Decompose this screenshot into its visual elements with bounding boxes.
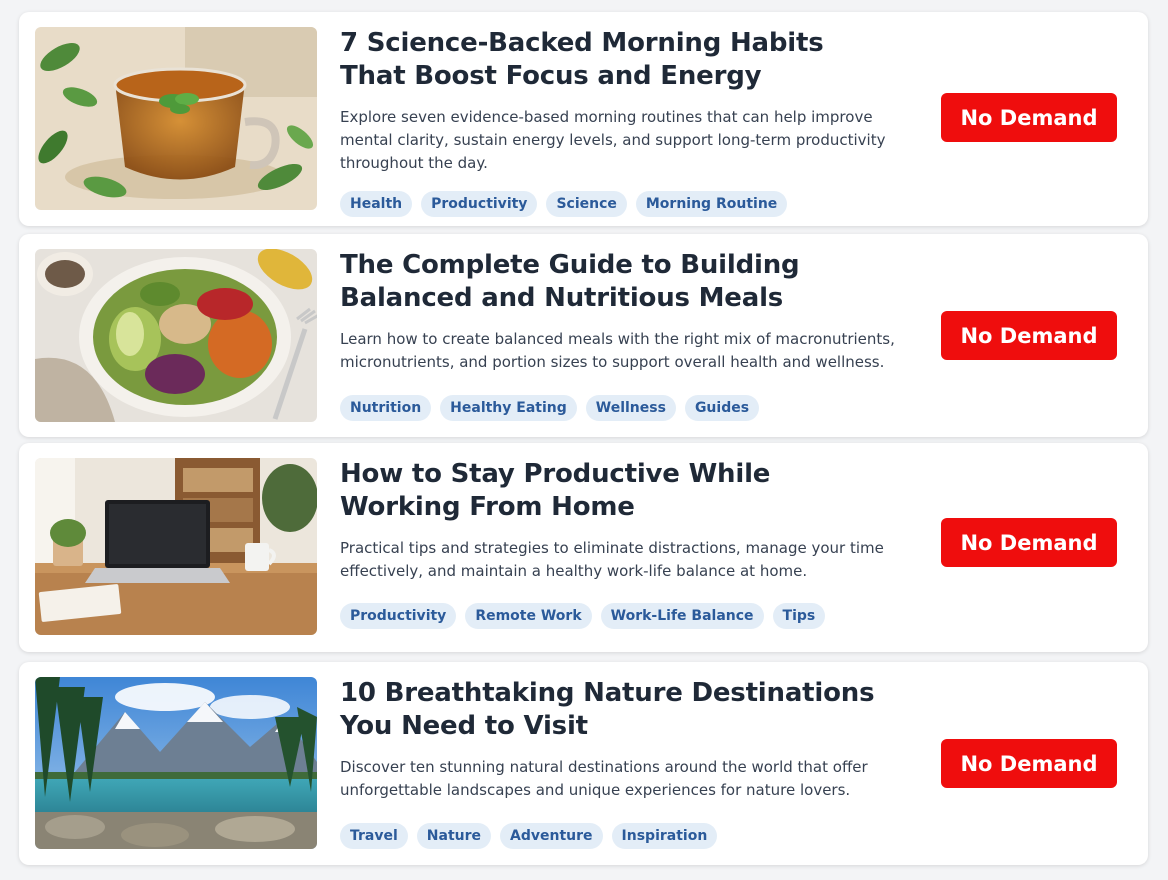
tag-list: Health Productivity Science Morning Rout… xyxy=(340,191,788,217)
article-description: Practical tips and strategies to elimina… xyxy=(340,539,884,580)
article-title[interactable]: How to Stay Productive While Working Fro… xyxy=(340,458,898,524)
tag[interactable]: Nature xyxy=(416,823,492,849)
article-title[interactable]: The Complete Guide to Building Balanced … xyxy=(340,249,898,315)
no-demand-button[interactable]: No Demand xyxy=(941,93,1117,142)
title-line: 10 Breathtaking Nature Destinations xyxy=(340,678,875,708)
tag[interactable]: Morning Routine xyxy=(635,191,788,217)
no-demand-button[interactable]: No Demand xyxy=(941,739,1117,788)
article-card[interactable]: The Complete Guide to Building Balanced … xyxy=(19,234,1148,437)
article-thumbnail xyxy=(35,458,317,635)
tag[interactable]: Work-Life Balance xyxy=(600,603,764,629)
article-card[interactable]: How to Stay Productive While Working Fro… xyxy=(19,443,1148,652)
article-description: Explore seven evidence-based morning rou… xyxy=(340,108,886,172)
title-line: Balanced and Nutritious Meals xyxy=(340,283,784,313)
title-line: You Need to Visit xyxy=(340,711,588,741)
article-thumbnail xyxy=(35,677,317,849)
tag[interactable]: Health xyxy=(340,191,413,217)
mountain-lake-image xyxy=(35,677,317,849)
article-title[interactable]: 10 Breathtaking Nature Destinations You … xyxy=(340,677,898,743)
title-line: Working From Home xyxy=(340,492,635,522)
tag[interactable]: Remote Work xyxy=(465,603,592,629)
title-line: How to Stay Productive While xyxy=(340,459,771,489)
article-thumbnail xyxy=(35,27,317,210)
tag[interactable]: Productivity xyxy=(421,191,538,217)
tag[interactable]: Tips xyxy=(772,603,826,629)
tag[interactable]: Adventure xyxy=(500,823,603,849)
tag[interactable]: Nutrition xyxy=(340,395,432,421)
tag[interactable]: Productivity xyxy=(340,603,457,629)
tag[interactable]: Travel xyxy=(340,823,408,849)
no-demand-button[interactable]: No Demand xyxy=(941,518,1117,567)
tag[interactable]: Healthy Eating xyxy=(440,395,577,421)
title-line: The Complete Guide to Building xyxy=(340,250,800,280)
tag[interactable]: Guides xyxy=(684,395,760,421)
tag[interactable]: Wellness xyxy=(585,395,676,421)
title-line: That Boost Focus and Energy xyxy=(340,61,762,91)
article-title[interactable]: 7 Science-Backed Morning Habits That Boo… xyxy=(340,27,898,93)
laptop-desk-image xyxy=(35,458,317,635)
tag-list: Travel Nature Adventure Inspiration xyxy=(340,823,718,849)
tag[interactable]: Science xyxy=(546,191,627,217)
title-line: 7 Science-Backed Morning Habits xyxy=(340,28,824,58)
tea-cup-image xyxy=(35,27,317,210)
salad-bowl-image xyxy=(35,249,317,422)
article-thumbnail xyxy=(35,249,317,422)
no-demand-button[interactable]: No Demand xyxy=(941,311,1117,360)
article-card[interactable]: 7 Science-Backed Morning Habits That Boo… xyxy=(19,12,1148,226)
tag-list: Productivity Remote Work Work-Life Balan… xyxy=(340,603,826,629)
article-card[interactable]: 10 Breathtaking Nature Destinations You … xyxy=(19,662,1148,865)
article-description: Learn how to create balanced meals with … xyxy=(340,330,895,371)
article-description: Discover ten stunning natural destinatio… xyxy=(340,758,868,799)
tag-list: Nutrition Healthy Eating Wellness Guides xyxy=(340,395,760,421)
tag[interactable]: Inspiration xyxy=(611,823,718,849)
